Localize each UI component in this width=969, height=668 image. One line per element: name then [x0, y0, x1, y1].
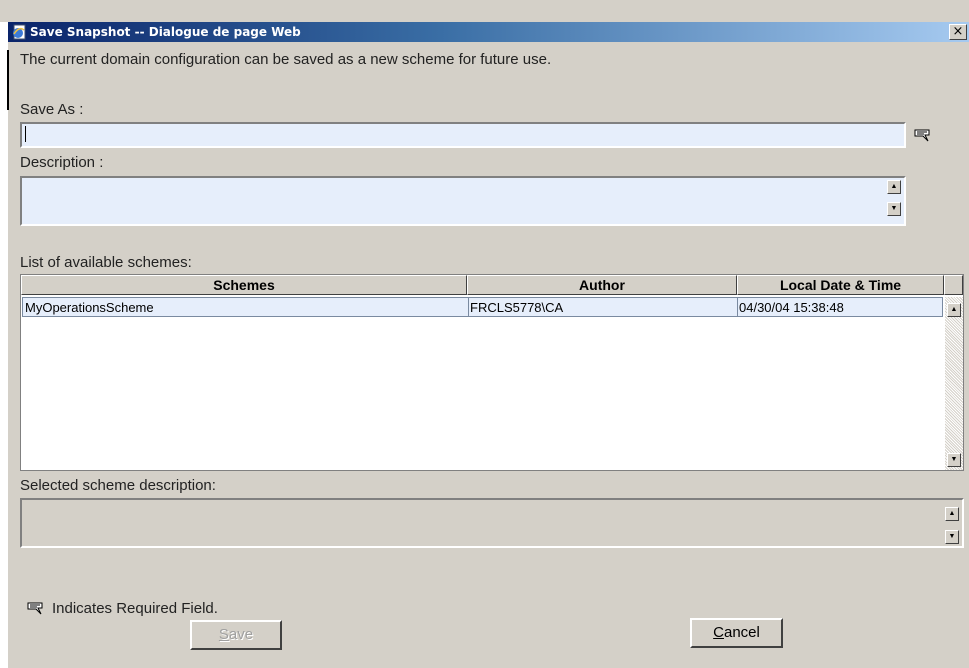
description-textarea[interactable] — [20, 176, 906, 226]
cancel-label: ancel — [723, 624, 760, 641]
column-header-schemes[interactable]: Schemes — [21, 275, 467, 295]
scroll-up-arrow-icon[interactable]: ▲ — [947, 303, 961, 317]
description-label: Description : — [20, 154, 104, 171]
selected-description-label: Selected scheme description: — [20, 477, 216, 494]
column-header-filler — [944, 275, 963, 295]
save-button[interactable]: Save — [190, 620, 282, 650]
required-field-icon — [27, 602, 43, 615]
scroll-up-arrow-icon[interactable]: ▲ — [887, 180, 901, 194]
column-header-author[interactable]: Author — [467, 275, 737, 295]
scroll-up-arrow-icon[interactable]: ▲ — [945, 507, 959, 521]
window-title: Save Snapshot -- Dialogue de page Web — [30, 25, 301, 39]
cancel-button[interactable]: Cancel — [690, 618, 783, 648]
save-label: ave — [228, 626, 254, 643]
table-row[interactable]: MyOperationsScheme FRCLS5778\CA 04/30/04… — [22, 297, 943, 317]
cell-divider — [468, 298, 469, 316]
selected-description-box — [20, 498, 964, 548]
cell-author: FRCLS5778\CA — [470, 300, 564, 315]
cell-scheme: MyOperationsScheme — [25, 300, 154, 315]
scroll-down-arrow-icon[interactable]: ▼ — [947, 453, 961, 467]
cancel-accel: C — [713, 624, 724, 641]
scroll-down-arrow-icon[interactable]: ▼ — [945, 530, 959, 544]
required-field-note: Indicates Required Field. — [52, 600, 218, 617]
ie-page-icon — [13, 24, 26, 40]
title-bar: Save Snapshot -- Dialogue de page Web × — [8, 22, 969, 42]
column-header-datetime[interactable]: Local Date & Time — [737, 275, 944, 295]
cell-divider — [737, 298, 738, 316]
required-field-icon — [914, 129, 930, 142]
text-caret — [25, 126, 26, 142]
window-edge-mark — [7, 50, 9, 110]
cell-date: 04/30/04 15:38:48 — [739, 300, 844, 315]
save-accel: S — [218, 626, 229, 643]
save-as-input[interactable] — [20, 122, 906, 148]
save-as-label: Save As : — [20, 101, 84, 118]
scroll-down-arrow-icon[interactable]: ▼ — [887, 202, 901, 216]
window-left-edge — [0, 22, 8, 668]
dialog-window: Save Snapshot -- Dialogue de page Web × … — [0, 0, 969, 668]
schemes-table: Schemes Author Local Date & Time MyOpera… — [20, 274, 964, 471]
table-scrollbar[interactable] — [945, 297, 963, 470]
intro-text: The current domain configuration can be … — [20, 51, 552, 68]
schemes-list-label: List of available schemes: — [20, 254, 192, 271]
close-button[interactable]: × — [949, 24, 967, 40]
